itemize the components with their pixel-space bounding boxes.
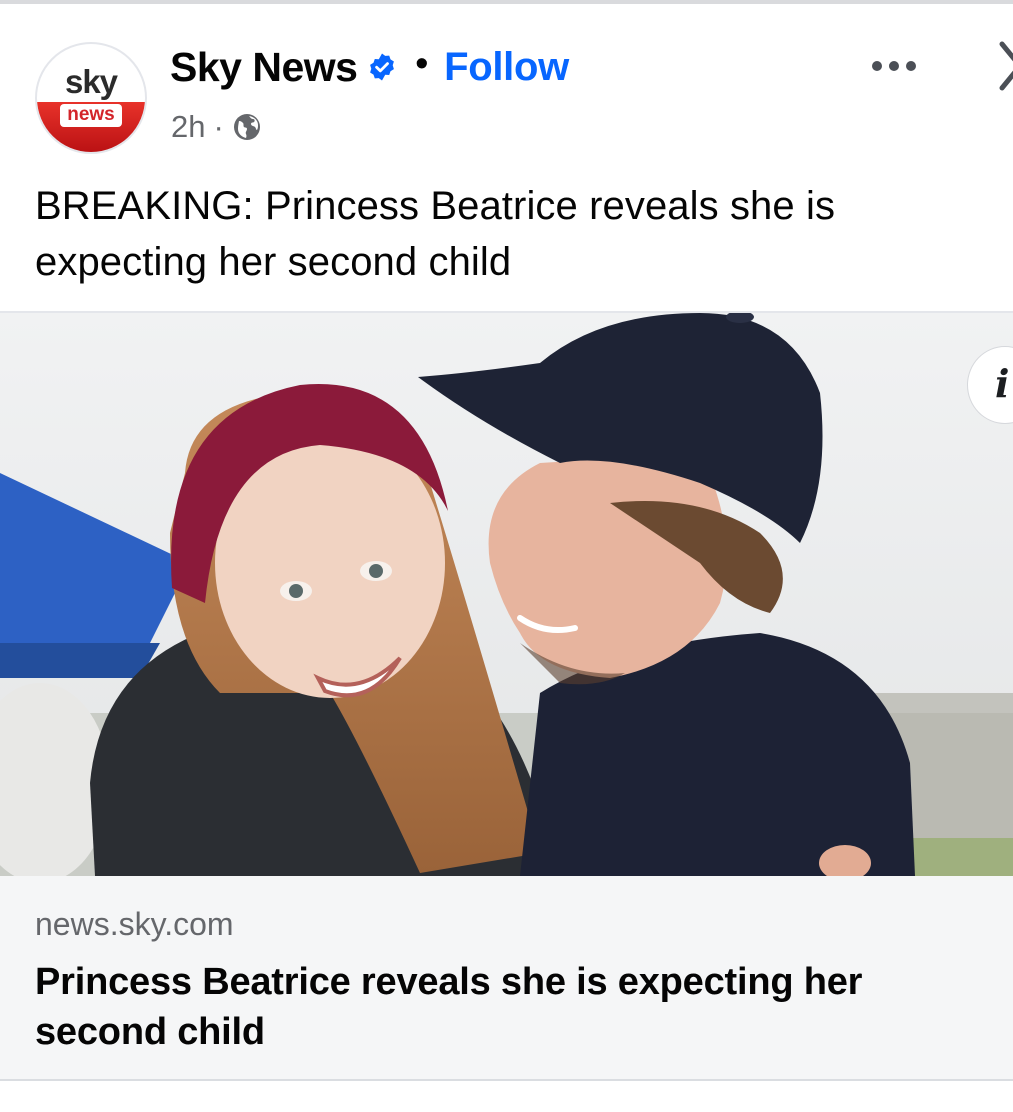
link-preview-card[interactable]: news.sky.com Princess Beatrice reveals s… [0,876,1013,1080]
link-domain: news.sky.com [35,906,234,942]
meta-separator: · [213,109,224,144]
page-name-link[interactable]: Sky News [170,44,358,91]
page-avatar[interactable]: sky news [35,42,147,154]
globe-icon [232,112,262,142]
post-timestamp[interactable]: 2h [171,109,205,145]
follow-button[interactable]: Follow [444,45,569,90]
close-icon[interactable] [992,38,1013,94]
more-options-icon[interactable] [862,48,926,84]
post-header: sky news Sky News • Follow 2h · [0,4,1013,164]
header-separator: • [415,42,429,83]
bottom-divider [0,1079,1013,1081]
post-caption: BREAKING: Princess Beatrice reveals she … [35,184,836,284]
page-name-row: Sky News • Follow [170,42,569,92]
link-title[interactable]: Princess Beatrice reveals she is expecti… [35,957,955,1057]
avatar-logo-sky: sky [64,63,118,100]
post-image[interactable] [0,313,1013,876]
post-meta: 2h · [171,107,262,147]
avatar-logo-news: news [60,104,122,127]
verified-badge-icon [367,52,397,82]
avatar-logo-news-band: news [37,102,145,152]
